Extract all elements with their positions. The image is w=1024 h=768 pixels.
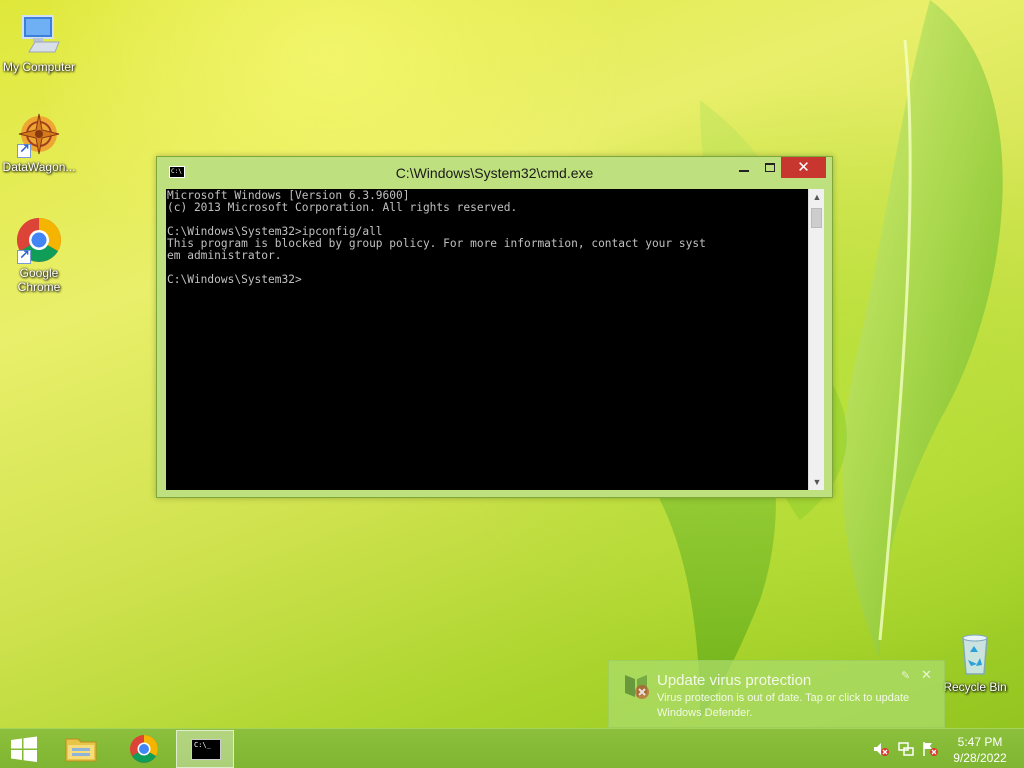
close-button[interactable]: ✕ <box>781 157 826 178</box>
defender-toast-notification[interactable]: Update virus protection Virus protection… <box>608 660 945 728</box>
chrome-icon <box>15 216 63 264</box>
desktop-icon-label: DataWagon... <box>2 160 76 174</box>
chevron-up-icon: ▲ <box>812 192 822 202</box>
network-icon[interactable] <box>897 741 915 757</box>
console-line: (c) 2013 Microsoft Corporation. All righ… <box>167 201 518 214</box>
windows-logo-icon <box>11 736 37 762</box>
cmd-icon-text: C:\_ <box>194 741 211 749</box>
cmd-icon: C:\_ <box>191 739 221 760</box>
minimize-icon <box>739 170 749 172</box>
datawagon-icon <box>15 110 63 158</box>
desktop-icon-label: Recycle Bin <box>943 680 1007 694</box>
desktop-icon-my-computer[interactable]: My Computer <box>0 10 78 74</box>
action-center-flag-icon[interactable] <box>921 741 939 757</box>
desktop-icon-datawagon[interactable]: DataWagon... <box>0 110 78 174</box>
console-line: em administrator. <box>167 249 282 262</box>
window-titlebar[interactable]: C:\ C:\Windows\System32\cmd.exe ✕ <box>157 157 832 189</box>
pin-icon[interactable]: ✎ <box>901 669 910 682</box>
folder-icon <box>65 738 97 762</box>
computer-icon <box>15 10 63 58</box>
shortcut-arrow-icon <box>17 142 31 158</box>
maximize-icon <box>765 163 775 172</box>
cmd-window[interactable]: C:\ C:\Windows\System32\cmd.exe ✕ Micros… <box>156 156 833 498</box>
vertical-scrollbar[interactable]: ▲ ▼ <box>808 189 824 490</box>
console-prompt-line: C:\Windows\System32> <box>167 273 302 286</box>
scroll-up-button[interactable]: ▲ <box>809 189 825 205</box>
close-icon: ✕ <box>797 159 810 176</box>
taskbar: C:\_ 5:47 PM 9/28/2022 <box>0 728 1024 768</box>
taskbar-command-prompt[interactable]: C:\_ <box>176 730 234 768</box>
toast-title: Update virus protection <box>657 672 812 689</box>
desktop-icon-label: Google Chrome <box>17 266 61 294</box>
chrome-icon <box>130 735 158 763</box>
recycle-bin-icon <box>951 630 999 678</box>
chevron-down-icon: ▼ <box>812 477 822 487</box>
volume-muted-icon[interactable] <box>872 741 890 757</box>
toast-body: Virus protection is out of date. Tap or … <box>657 692 910 719</box>
start-button[interactable] <box>0 729 48 768</box>
desktop-icon-label: My Computer <box>2 60 76 74</box>
desktop-icon-google-chrome[interactable]: Google Chrome <box>0 216 78 294</box>
windows-defender-icon <box>621 671 651 701</box>
taskbar-file-explorer[interactable] <box>56 729 106 768</box>
scroll-down-button[interactable]: ▼ <box>809 474 825 490</box>
console-output[interactable]: Microsoft Windows [Version 6.3.9600] (c) … <box>166 189 808 490</box>
taskbar-google-chrome[interactable] <box>118 729 170 768</box>
shortcut-arrow-icon <box>17 248 31 264</box>
clock-date: 9/28/2022 <box>953 751 1007 765</box>
taskbar-clock[interactable]: 5:47 PM 9/28/2022 <box>944 734 1016 766</box>
scroll-thumb[interactable] <box>811 208 822 228</box>
desktop-icon-recycle-bin[interactable]: Recycle Bin <box>936 630 1014 694</box>
maximize-button[interactable] <box>757 157 783 178</box>
minimize-button[interactable] <box>731 157 757 178</box>
toast-close-icon[interactable]: ✕ <box>921 667 932 683</box>
clock-time: 5:47 PM <box>957 735 1003 749</box>
